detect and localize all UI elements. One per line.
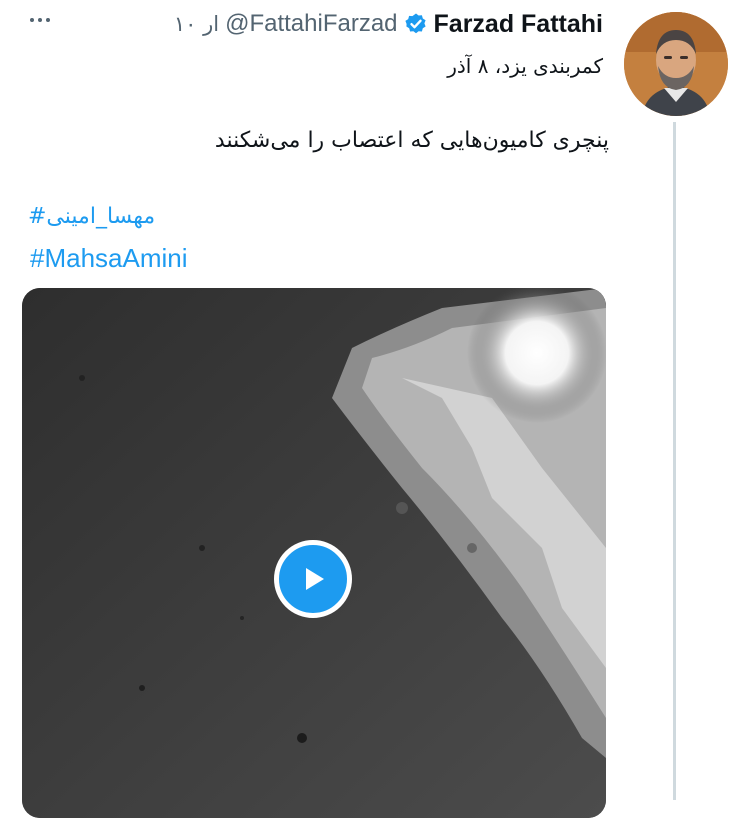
hashtag-persian[interactable]: مهسا_امینی#: [28, 204, 155, 229]
play-icon: [306, 568, 324, 590]
hashtag-english[interactable]: #MahsaAmini: [30, 243, 188, 274]
verified-icon: [404, 12, 428, 36]
more-icon-dot: [46, 18, 50, 22]
location-line: کمربندی یزد، ۸ آذر: [447, 54, 603, 78]
video-media[interactable]: [22, 288, 606, 818]
tweet-time[interactable]: ۱۰ ار: [174, 12, 219, 36]
author-name[interactable]: Farzad Fattahi: [434, 10, 603, 39]
play-button[interactable]: [274, 540, 352, 618]
author-avatar[interactable]: [624, 12, 728, 116]
tweet-text: پنچری کامیون‌هایی که اعتصاب را می‌شکنند: [214, 128, 609, 153]
more-options-button[interactable]: [30, 8, 52, 32]
author-handle[interactable]: @FattahiFarzad: [225, 10, 397, 38]
thread-connector-line: [673, 122, 676, 800]
tweet-header: ۱۰ ار @FattahiFarzad Farzad Fattahi: [174, 6, 603, 42]
more-icon-dot: [30, 18, 34, 22]
more-icon-dot: [38, 18, 42, 22]
